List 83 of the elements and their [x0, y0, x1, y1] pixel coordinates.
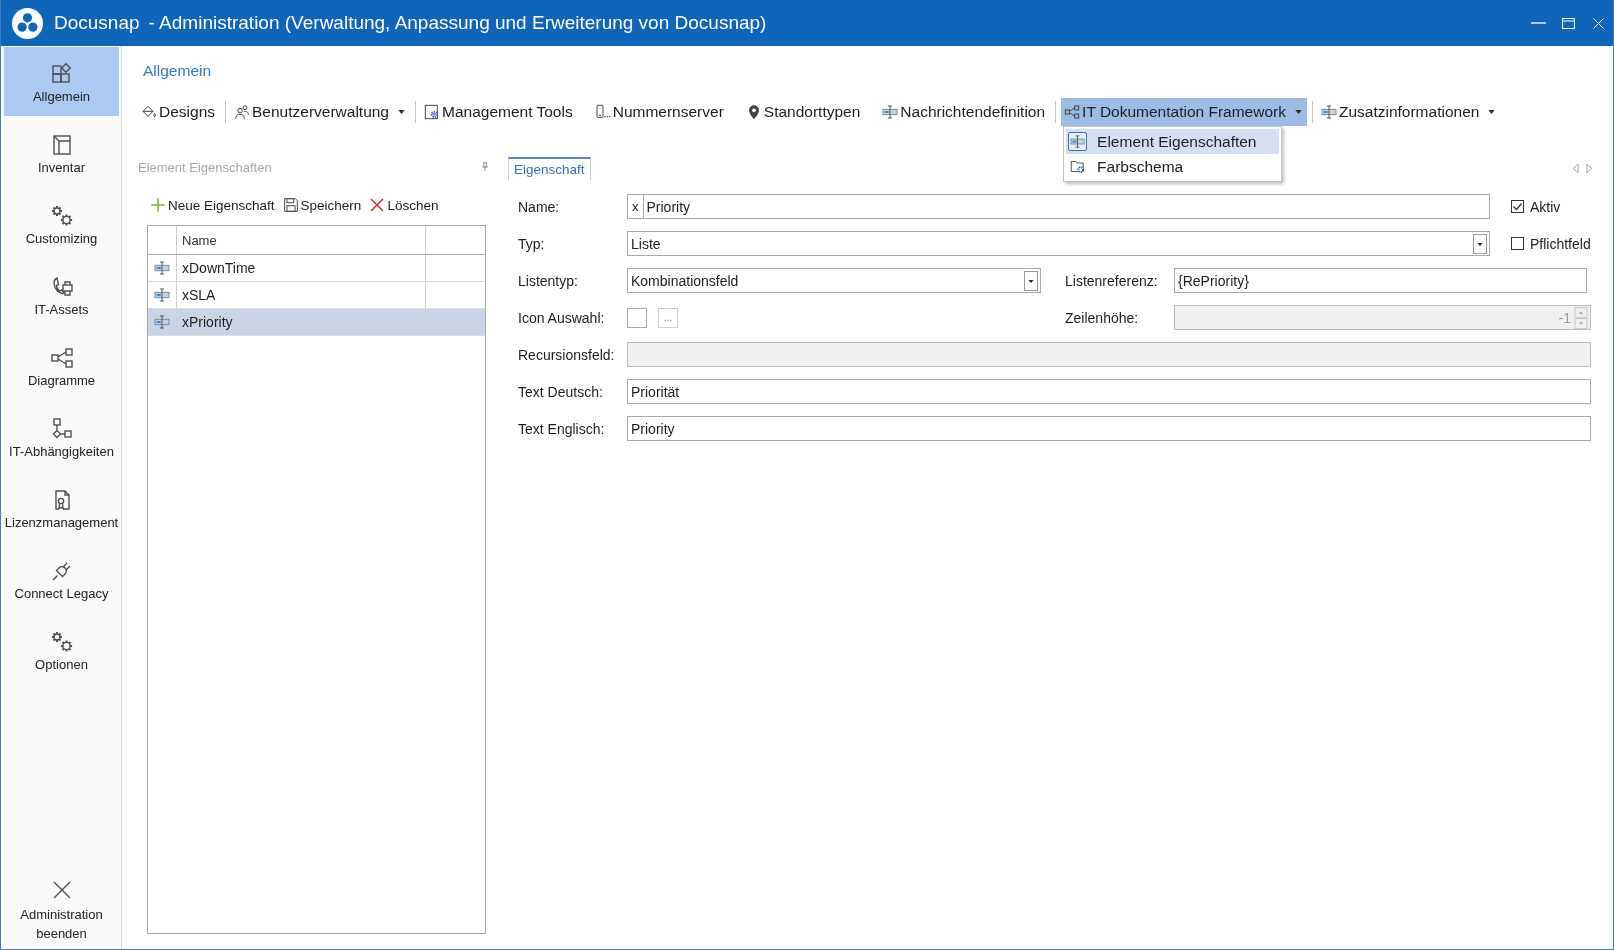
- sidebar-item[interactable]: Inventar: [4, 118, 119, 187]
- icon-field[interactable]: [627, 307, 647, 328]
- gears-icon: [49, 204, 74, 228]
- field-label: Icon Auswahl:: [518, 309, 606, 326]
- menu-item[interactable]: Farbschema: [1066, 154, 1280, 179]
- nodes-icon: [1064, 104, 1081, 120]
- field-icon: [154, 314, 170, 330]
- toolbar-button[interactable]: Benutzerverwaltung: [231, 98, 410, 126]
- field-icon: [882, 104, 899, 120]
- field-label: Listenreferenz:: [1065, 272, 1159, 289]
- checkbox[interactable]: [1511, 200, 1524, 213]
- text-field[interactable]: x Priority: [627, 194, 1490, 219]
- close-icon: [1590, 15, 1606, 31]
- field-label: Text Englisch:: [518, 420, 606, 437]
- pin-icon[interactable]: [480, 162, 490, 172]
- save-icon: [282, 197, 299, 213]
- field-label: Listentyp:: [518, 272, 579, 289]
- gears-icon: [49, 630, 74, 654]
- toolbar-button[interactable]: Standorttypen: [742, 98, 866, 126]
- caret-icon[interactable]: [1024, 270, 1038, 291]
- table-row[interactable]: xPriority: [148, 309, 485, 336]
- phone-icon: [594, 104, 611, 120]
- right-triangle-icon[interactable]: [1586, 162, 1593, 174]
- gear-window-icon: [424, 104, 440, 120]
- sidebar-item[interactable]: IT-Abhängigkeiten: [4, 402, 119, 471]
- toolbar-button[interactable]: Designs: [138, 98, 220, 126]
- combo-box[interactable]: Kombinationsfeld: [627, 268, 1041, 293]
- checkbox-label: Pflichtfeld: [1530, 235, 1591, 252]
- field-icon: [154, 287, 170, 303]
- grid-icon: [49, 62, 74, 86]
- exit-button[interactable]: Administration beenden: [4, 872, 119, 947]
- field-label: Name:: [518, 198, 561, 215]
- toolbar-button[interactable]: Speichern: [282, 197, 362, 213]
- nodes-icon: [49, 346, 74, 370]
- sidebar-item[interactable]: Connect Legacy: [4, 544, 119, 613]
- menu-item[interactable]: Element Eigenschaften: [1066, 129, 1280, 154]
- toolbar-button[interactable]: Nachrichtendefinition: [879, 98, 1051, 126]
- delete-icon: [369, 197, 386, 213]
- left-triangle-icon[interactable]: [1572, 162, 1579, 174]
- toolbar-button[interactable]: Neue Eigenschaft: [150, 197, 275, 213]
- toolbar-button[interactable]: Nummernserver: [591, 98, 729, 126]
- logo-icon: [12, 7, 43, 39]
- toolbar-button[interactable]: IT Dokumentation Framework: [1061, 98, 1307, 126]
- field-label: Typ:: [518, 235, 546, 252]
- text-field[interactable]: {RePriority}: [1174, 268, 1587, 293]
- sidebar-item[interactable]: Allgemein: [4, 47, 119, 116]
- window-title: - Administration (Verwaltung, Anpassung und Erweiterung von Docusnap): [148, 12, 767, 34]
- field-icon: [1320, 104, 1337, 120]
- combo-box[interactable]: Liste: [627, 231, 1490, 256]
- field-label: Text Deutsch:: [518, 383, 604, 400]
- app-name: Docusnap: [54, 12, 140, 34]
- field-icon: [1068, 132, 1088, 151]
- table-row[interactable]: xDownTime: [148, 255, 485, 282]
- maximize-icon: [1560, 15, 1576, 31]
- minimize-icon: [1530, 22, 1546, 24]
- table-cell: xDownTime: [177, 255, 426, 281]
- table-cell: xPriority: [177, 309, 426, 335]
- sidebar-item[interactable]: Customizing: [4, 189, 119, 258]
- field-label: Recursionsfeld:: [518, 346, 616, 363]
- tab[interactable]: Eigenschaft: [508, 157, 591, 180]
- toolbar-button[interactable]: Löschen: [369, 197, 439, 213]
- sidebar-item[interactable]: IT-Assets: [4, 260, 119, 329]
- paint-bucket-icon: [141, 104, 157, 120]
- panel-title: Element Eigenschaften: [138, 159, 272, 175]
- browse-button[interactable]: ...: [658, 307, 678, 328]
- toolbar-button[interactable]: Management Tools: [421, 98, 578, 126]
- checkbox-label: Aktiv: [1530, 198, 1561, 215]
- text-field[interactable]: Priority: [627, 416, 1591, 441]
- toolbar-button[interactable]: Zusatzinformationen: [1317, 98, 1501, 126]
- plus-icon: [150, 197, 166, 213]
- sidebar-item[interactable]: Optionen: [4, 615, 119, 684]
- text-field[interactable]: Priorität: [627, 379, 1591, 404]
- field-icon: [154, 260, 170, 276]
- sidebar-item[interactable]: Lizenzmanagement: [4, 473, 119, 542]
- sidebar-item[interactable]: Diagramme: [4, 331, 119, 400]
- table-cell: xSLA: [177, 282, 426, 308]
- field-label: Zeilenhöhe:: [1065, 309, 1140, 326]
- prefix-label: x: [631, 195, 644, 218]
- users-icon: [234, 104, 250, 120]
- column-header[interactable]: Name: [177, 226, 426, 254]
- ribbon-group-title: Allgemein: [143, 61, 212, 81]
- checkbox[interactable]: [1511, 237, 1524, 250]
- caret-icon[interactable]: [1473, 233, 1487, 254]
